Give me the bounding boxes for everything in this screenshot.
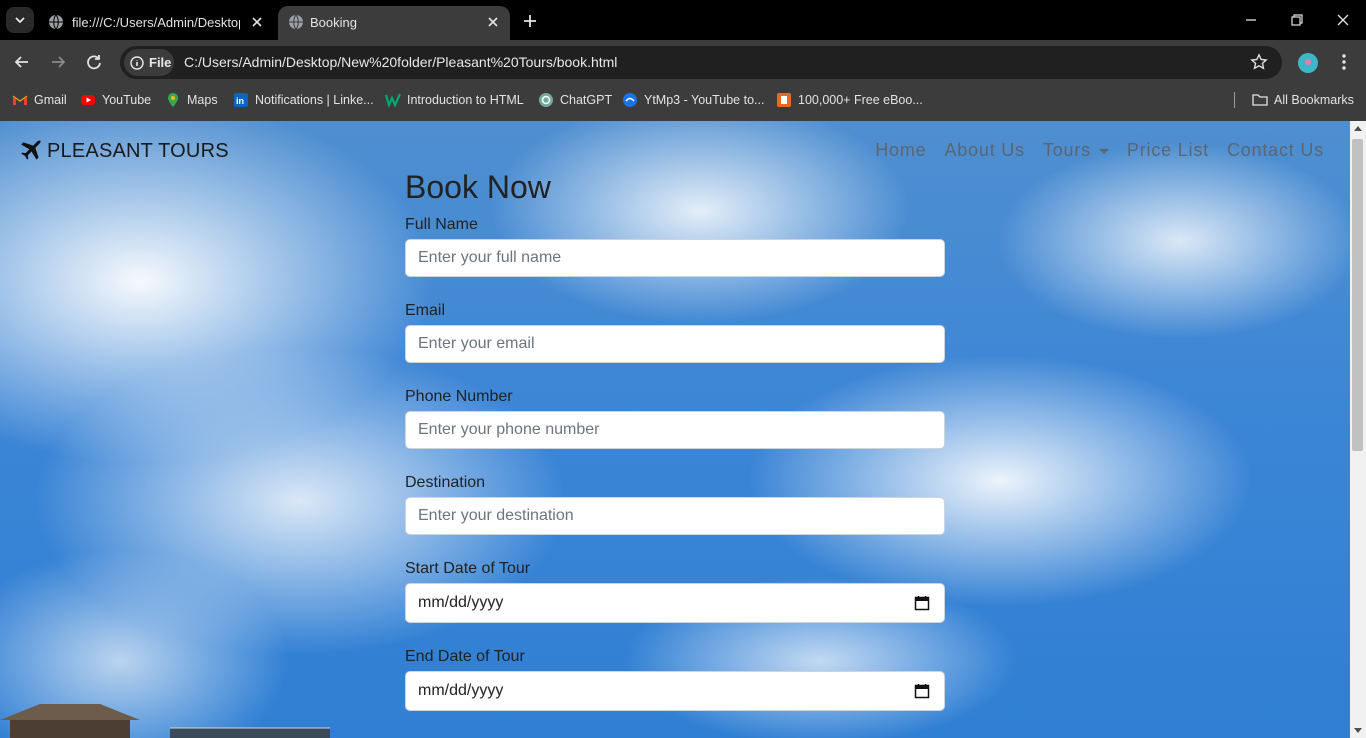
main-nav: Home About Us Tours Price List Contact U… — [857, 140, 1324, 161]
brand-logo[interactable]: PLEASANT TOURS — [18, 138, 229, 164]
beach-hut-image — [0, 704, 330, 738]
caret-down-icon — [1098, 148, 1109, 154]
browser-toolbar: File C:/Users/Admin/Desktop/New%20folder… — [0, 40, 1366, 84]
bookmark-maps[interactable]: Maps — [165, 84, 218, 116]
forward-arrow-icon[interactable] — [48, 52, 68, 72]
bookmark-label: Gmail — [34, 93, 67, 107]
tab-search-button[interactable] — [6, 7, 34, 33]
folder-icon — [1252, 94, 1268, 106]
bookmarks-bar: Gmail YouTube Maps in Notifications | Li… — [0, 84, 1366, 121]
new-tab-icon[interactable] — [520, 11, 540, 31]
site-info-chip[interactable]: File — [124, 49, 174, 76]
bookmark-chatgpt[interactable]: ChatGPT — [538, 84, 612, 116]
page-scrollbar[interactable] — [1350, 121, 1366, 738]
phone-label: Phone Number — [405, 388, 513, 405]
globe-icon — [289, 14, 303, 30]
ytmp3-icon — [623, 93, 637, 107]
tab-title: Booking — [310, 15, 357, 30]
w3-icon — [385, 93, 401, 108]
maps-icon — [168, 93, 178, 107]
svg-text:in: in — [236, 96, 244, 106]
start-date-label: Start Date of Tour — [405, 560, 531, 577]
info-icon — [130, 55, 144, 70]
bookmark-label: Maps — [187, 93, 218, 107]
url-text[interactable]: C:/Users/Admin/Desktop/New%20folder/Plea… — [184, 54, 617, 70]
scroll-down-arrow-icon[interactable] — [1354, 728, 1362, 733]
bookmark-label: All Bookmarks — [1274, 93, 1354, 107]
youtube-icon — [81, 95, 95, 105]
bookmark-gmail[interactable]: Gmail — [12, 84, 67, 116]
bookmark-label: Notifications | Linke... — [255, 93, 374, 107]
calendar-icon[interactable] — [914, 595, 930, 611]
close-tab-icon[interactable] — [250, 15, 264, 29]
start-date-value: mm/dd/yyyy — [418, 594, 504, 611]
phone-input[interactable] — [405, 411, 945, 449]
profile-avatar[interactable] — [1298, 53, 1318, 73]
close-window-icon[interactable] — [1335, 12, 1351, 28]
nav-tours-label: Tours — [1042, 140, 1091, 160]
page-viewport: PLEASANT TOURS Home About Us Tours Price… — [0, 121, 1366, 738]
bookmark-ebooks[interactable]: 100,000+ Free eBoo... — [776, 84, 923, 116]
airplane-icon — [21, 140, 41, 160]
chevron-down-icon — [15, 17, 25, 24]
nav-price-list[interactable]: Price List — [1127, 140, 1209, 161]
scroll-thumb[interactable] — [1352, 139, 1363, 451]
nav-contact[interactable]: Contact Us — [1227, 140, 1324, 161]
bookmark-linkedin[interactable]: in Notifications | Linke... — [233, 84, 374, 116]
page-title: Book Now — [405, 169, 551, 205]
minimize-icon[interactable] — [1243, 12, 1259, 28]
restore-icon[interactable] — [1289, 12, 1305, 28]
chatgpt-icon — [539, 93, 553, 107]
nav-about[interactable]: About Us — [944, 140, 1024, 161]
nav-tours-dropdown[interactable]: Tours — [1043, 140, 1109, 161]
all-bookmarks-button[interactable]: All Bookmarks — [1252, 84, 1354, 116]
email-input[interactable] — [405, 325, 945, 363]
bookmark-label: YtMp3 - YouTube to... — [644, 93, 765, 107]
site-chip-label: File — [149, 55, 172, 70]
destination-input[interactable] — [405, 497, 945, 535]
bookmark-star-icon[interactable] — [1250, 53, 1268, 71]
email-label: Email — [405, 302, 446, 319]
close-tab-icon[interactable] — [486, 15, 500, 29]
bookmark-label: ChatGPT — [560, 93, 613, 107]
booking-form: Book Now Full Name Email Phone Number De… — [405, 169, 945, 735]
destination-label: Destination — [405, 474, 486, 491]
back-arrow-icon[interactable] — [12, 52, 32, 72]
full-name-label: Full Name — [405, 216, 478, 233]
bookmarks-divider — [1234, 92, 1235, 108]
full-name-input[interactable] — [405, 239, 945, 277]
tab-booking[interactable]: Booking — [278, 6, 510, 40]
bookmark-label: Introduction to HTML — [407, 93, 524, 107]
scroll-up-arrow-icon[interactable] — [1354, 126, 1362, 131]
nav-home[interactable]: Home — [875, 140, 926, 161]
end-date-value: mm/dd/yyyy — [418, 682, 504, 699]
brand-name: PLEASANT TOURS — [47, 139, 229, 162]
end-date-label: End Date of Tour — [405, 648, 525, 665]
avatar-icon — [1305, 59, 1311, 65]
reload-icon[interactable] — [84, 52, 104, 72]
bookmark-ytmp3[interactable]: YtMp3 - YouTube to... — [622, 84, 764, 116]
start-date-input[interactable]: mm/dd/yyyy — [405, 583, 945, 623]
address-bar[interactable]: File C:/Users/Admin/Desktop/New%20folder… — [120, 46, 1282, 79]
bookmark-youtube[interactable]: YouTube — [80, 84, 151, 116]
linkedin-icon: in — [234, 93, 248, 107]
tab-strip: file:///C:/Users/Admin/Desktop/New%20fol… — [0, 0, 1366, 40]
gmail-icon — [12, 95, 28, 105]
bookmark-intro-html[interactable]: Introduction to HTML — [385, 84, 524, 116]
end-date-input[interactable]: mm/dd/yyyy — [405, 671, 945, 711]
tab-index[interactable]: file:///C:/Users/Admin/Desktop/New%20fol… — [38, 6, 274, 40]
globe-icon — [49, 14, 63, 30]
tab-title: file:///C:/Users/Admin/Desktop/New%20fol… — [72, 15, 240, 30]
more-menu-icon[interactable] — [1334, 52, 1354, 72]
bookmark-label: YouTube — [102, 93, 152, 107]
calendar-icon[interactable] — [914, 683, 930, 699]
bookmark-label: 100,000+ Free eBoo... — [798, 93, 923, 107]
ebook-icon — [777, 93, 791, 107]
